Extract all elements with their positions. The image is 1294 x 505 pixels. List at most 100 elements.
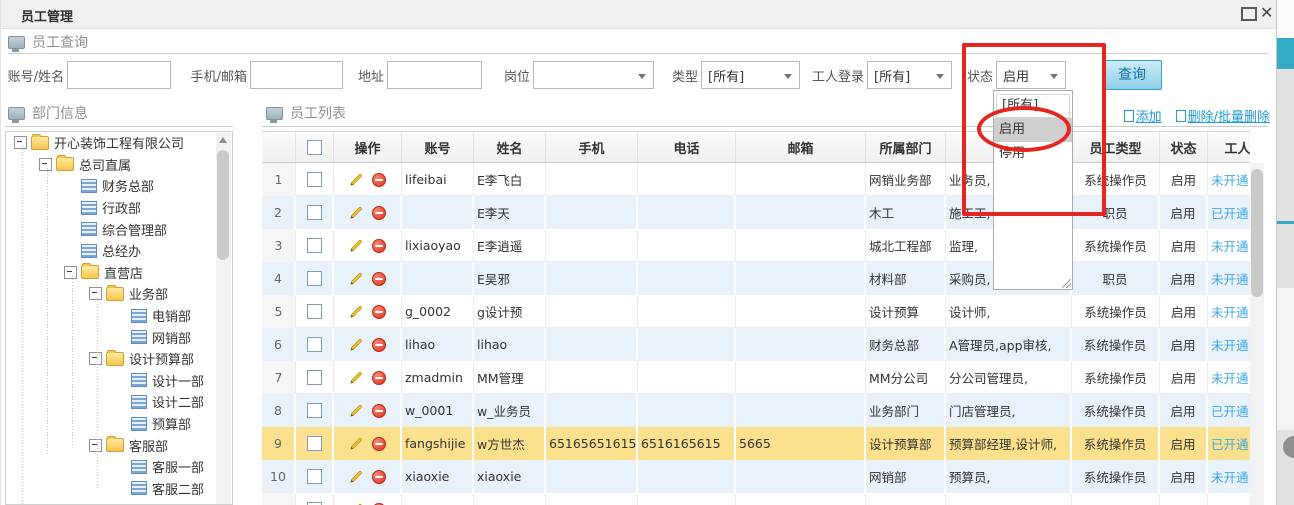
table-row[interactable]: 3lixiaoyaoE李逍遥城北工程部监理,系统操作员启用未开通 bbox=[262, 229, 1250, 262]
tree-collapse-icon[interactable] bbox=[39, 158, 52, 171]
tree-collapse-icon[interactable] bbox=[14, 136, 27, 149]
delete-row-icon[interactable] bbox=[372, 404, 386, 418]
status-select[interactable]: 启用 bbox=[996, 61, 1066, 89]
tree-item-label: 客服部 bbox=[129, 436, 168, 455]
row-checkbox[interactable] bbox=[307, 304, 322, 319]
tree-item[interactable]: 直营店 bbox=[6, 262, 232, 284]
table-scrollbar[interactable] bbox=[1250, 163, 1264, 505]
tree-item[interactable]: 总司直属 bbox=[6, 154, 232, 176]
tree-item-label: 客服一部 bbox=[152, 457, 204, 476]
department-icon bbox=[81, 201, 97, 215]
tree-item[interactable]: 总经办 bbox=[6, 240, 232, 262]
cell-account bbox=[402, 262, 474, 295]
search-button[interactable]: 查询 bbox=[1102, 60, 1162, 90]
edit-icon[interactable] bbox=[349, 304, 364, 319]
edit-icon[interactable] bbox=[349, 370, 364, 385]
tree-item[interactable]: 电销部 bbox=[6, 305, 232, 327]
cell-status: 启用 bbox=[1160, 229, 1208, 262]
maximize-icon[interactable] bbox=[1241, 7, 1257, 21]
row-checkbox[interactable] bbox=[307, 205, 322, 220]
table-row[interactable]: 5g_0002g设计预设计预算设计师,系统操作员启用未开通 bbox=[262, 295, 1250, 328]
row-checkbox[interactable] bbox=[307, 469, 322, 484]
delete-batch-button[interactable]: 删除/批量删除 bbox=[1176, 106, 1270, 125]
edit-icon[interactable] bbox=[349, 271, 364, 286]
status-option-3[interactable]: 停用 bbox=[994, 142, 1072, 166]
table-row[interactable]: 1lifeibaiE李飞白网销业务部业务员,系统操作员启用未开通 bbox=[262, 163, 1250, 196]
delete-row-icon[interactable] bbox=[372, 371, 386, 385]
cell-worker: 未开通 bbox=[1208, 163, 1250, 196]
column-header-phone: 电话 bbox=[638, 132, 736, 162]
field-address: 地址 bbox=[353, 60, 482, 90]
tree-item[interactable]: 设计二部 bbox=[6, 391, 232, 413]
table-row[interactable]: 6lihaolihao财务总部A管理员,app审核,系统操作员启用未开通 bbox=[262, 328, 1250, 361]
tree-item[interactable]: 业务部 bbox=[6, 283, 232, 305]
resize-handle-icon[interactable] bbox=[1062, 279, 1071, 288]
tree-item[interactable]: 财务总部 bbox=[6, 175, 232, 197]
tree-item[interactable]: 客服部 bbox=[6, 434, 232, 456]
folder-icon bbox=[81, 265, 99, 279]
worker-login-select[interactable]: [所有] bbox=[867, 61, 952, 89]
table-row[interactable]: 4E吴邪材料部采购员,职员启用未开通 bbox=[262, 262, 1250, 295]
edit-icon[interactable] bbox=[349, 337, 364, 352]
table-toolbar: 添加 删除/批量删除 bbox=[1090, 106, 1270, 125]
table-row[interactable]: 9fangshijiew方世杰6516565161566516165615566… bbox=[262, 427, 1250, 460]
close-icon[interactable]: ✕ bbox=[1260, 3, 1273, 22]
tree-item[interactable]: 行政部 bbox=[6, 197, 232, 219]
delete-row-icon[interactable] bbox=[372, 272, 386, 286]
cell-worker: 未开通 bbox=[1208, 328, 1250, 361]
delete-row-icon[interactable] bbox=[372, 206, 386, 220]
edit-icon[interactable] bbox=[349, 403, 364, 418]
tree-collapse-icon[interactable] bbox=[89, 352, 102, 365]
tree-collapse-icon[interactable] bbox=[64, 266, 77, 279]
tree-guide-line bbox=[97, 298, 98, 488]
table-scrollbar-thumb[interactable] bbox=[1251, 169, 1263, 297]
status-option-2[interactable]: 启用 bbox=[994, 118, 1072, 142]
row-checkbox[interactable] bbox=[307, 238, 322, 253]
table-row[interactable]: 7zmadminMM管理MM分公司分公司管理员,系统操作员启用未开通 bbox=[262, 361, 1250, 394]
tree-item[interactable]: 设计预算部 bbox=[6, 348, 232, 370]
edit-icon[interactable] bbox=[349, 172, 364, 187]
delete-row-icon[interactable] bbox=[372, 338, 386, 352]
row-checkbox[interactable] bbox=[307, 403, 322, 418]
row-checkbox[interactable] bbox=[307, 370, 322, 385]
delete-row-icon[interactable] bbox=[372, 305, 386, 319]
edit-icon[interactable] bbox=[349, 238, 364, 253]
edit-icon[interactable] bbox=[349, 205, 364, 220]
tree-item[interactable]: 网销部 bbox=[6, 326, 232, 348]
table-row[interactable]: 2E李天木工施工工,职员启用已开通 bbox=[262, 196, 1250, 229]
scroll-up-arrow-icon[interactable] bbox=[219, 137, 227, 143]
table-row[interactable]: 8w_0001w_业务员业务部门门店管理员,系统操作员启用已开通 bbox=[262, 394, 1250, 427]
delete-row-icon[interactable] bbox=[372, 437, 386, 451]
edit-icon[interactable] bbox=[349, 436, 364, 451]
post-select[interactable] bbox=[533, 61, 654, 89]
status-option-1[interactable]: [所有] bbox=[996, 94, 1070, 118]
mobile-email-input[interactable] bbox=[251, 62, 342, 88]
account-name-input[interactable] bbox=[68, 62, 170, 88]
row-checkbox[interactable] bbox=[307, 172, 322, 187]
row-checkbox[interactable] bbox=[307, 271, 322, 286]
tree-item[interactable]: 设计一部 bbox=[6, 370, 232, 392]
tree-item[interactable]: 预算部 bbox=[6, 413, 232, 435]
tree-scrollbar-thumb[interactable] bbox=[217, 150, 229, 260]
cell-account: lihao bbox=[402, 328, 474, 361]
row-checkbox[interactable] bbox=[307, 337, 322, 352]
add-button[interactable]: 添加 bbox=[1124, 106, 1162, 125]
table-row[interactable]: 10xiaoxiexiaoxie网销部预算员,系统操作员启用未开通 bbox=[262, 460, 1250, 493]
tree-item[interactable]: 客服二部 bbox=[6, 478, 232, 500]
tree-collapse-icon[interactable] bbox=[89, 287, 102, 300]
delete-row-icon[interactable] bbox=[372, 239, 386, 253]
tree-scrollbar[interactable] bbox=[216, 133, 231, 504]
tree-item[interactable]: 客服一部 bbox=[6, 456, 232, 478]
type-select[interactable]: [所有] bbox=[701, 61, 800, 89]
delete-row-icon[interactable] bbox=[372, 470, 386, 484]
employee-list-section-title: 员工列表 bbox=[290, 103, 346, 123]
row-checkbox[interactable] bbox=[307, 436, 322, 451]
tree-item[interactable]: 综合管理部 bbox=[6, 218, 232, 240]
tree-item[interactable]: 开心装饰工程有限公司 bbox=[6, 132, 232, 154]
select-all-checkbox[interactable] bbox=[307, 140, 322, 155]
tree-collapse-icon[interactable] bbox=[89, 439, 102, 452]
delete-row-icon[interactable] bbox=[372, 173, 386, 187]
table-row[interactable]: 11 bbox=[262, 493, 1250, 505]
edit-icon[interactable] bbox=[349, 469, 364, 484]
address-input[interactable] bbox=[388, 62, 481, 88]
